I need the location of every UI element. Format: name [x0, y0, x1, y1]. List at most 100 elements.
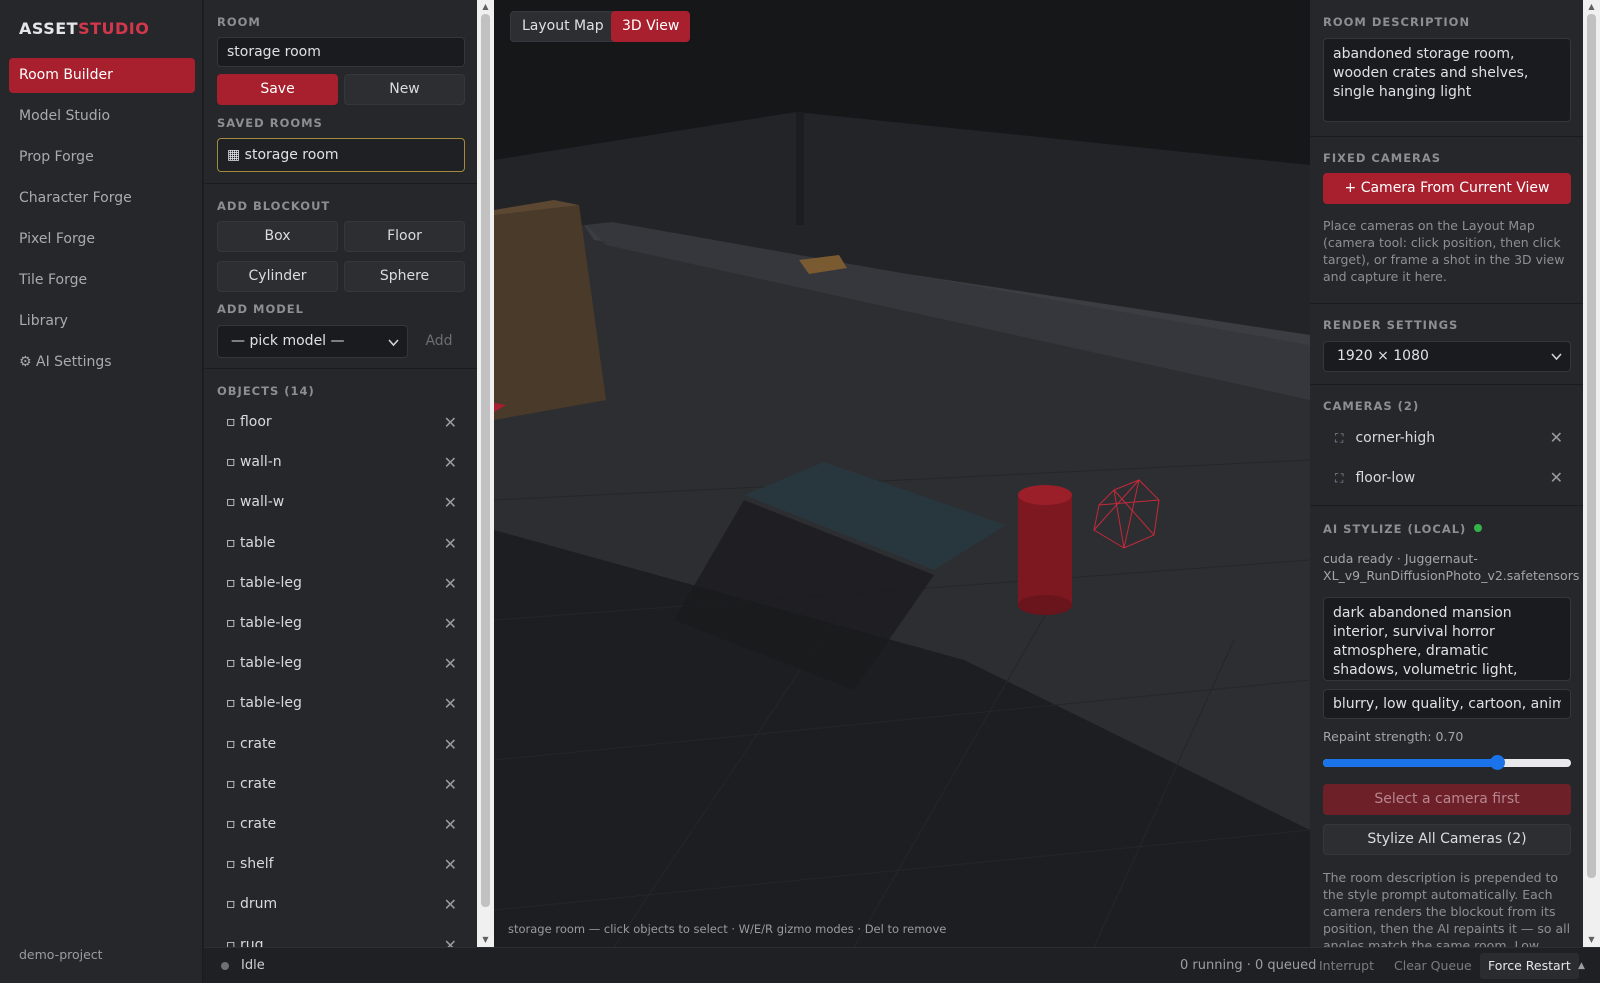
style-prompt-textarea[interactable]: dark abandoned mansion interior, surviva…: [1323, 597, 1571, 681]
remove-object-icon[interactable]: ✕: [444, 567, 457, 600]
save-room-button[interactable]: Save: [217, 74, 338, 105]
add-blockout-label: ADD BLOCKOUT: [217, 199, 331, 213]
room-section-label: ROOM: [217, 15, 261, 29]
expand-caret-icon[interactable]: ▲: [1578, 948, 1585, 983]
object-list-item[interactable]: ▫ table-leg ✕: [217, 687, 465, 720]
remove-object-icon[interactable]: ✕: [444, 527, 457, 560]
remove-object-icon[interactable]: ✕: [444, 768, 457, 801]
remove-object-icon[interactable]: ✕: [444, 607, 457, 640]
remove-object-icon[interactable]: ✕: [444, 486, 457, 519]
model-select[interactable]: — pick model —: [217, 325, 408, 358]
negative-prompt-input[interactable]: [1323, 689, 1571, 719]
object-list-item[interactable]: ▫ wall-w ✕: [217, 486, 465, 519]
object-name: ▫ rug: [226, 936, 264, 947]
add-floor-button[interactable]: Floor: [344, 221, 465, 252]
scroll-up-arrow[interactable]: ▲: [477, 0, 494, 14]
remove-object-icon[interactable]: ✕: [444, 848, 457, 881]
object-list-item[interactable]: ▫ crate ✕: [217, 728, 465, 761]
object-list-item[interactable]: ▫ floor ✕: [217, 406, 465, 439]
stylize-all-button[interactable]: Stylize All Cameras (2): [1323, 824, 1571, 855]
remove-object-icon[interactable]: ✕: [444, 728, 457, 761]
scroll-down-arrow[interactable]: ▼: [477, 933, 494, 947]
object-name: ▫ table: [226, 534, 276, 551]
chevron-down-icon: [388, 326, 399, 371]
room-name-input[interactable]: [217, 37, 465, 67]
add-model-label: ADD MODEL: [217, 302, 304, 316]
object-list-item[interactable]: ▫ wall-n ✕: [217, 446, 465, 479]
object-list-item[interactable]: ▫ crate ✕: [217, 808, 465, 841]
object-list-item[interactable]: ▫ crate ✕: [217, 768, 465, 801]
object-list-item[interactable]: ▫ shelf ✕: [217, 848, 465, 881]
remove-object-icon[interactable]: ✕: [444, 406, 457, 439]
remove-camera-icon[interactable]: ✕: [1550, 461, 1563, 495]
scene-viewport[interactable]: Layout Map 3D View storage room — click …: [494, 0, 1310, 947]
app-logo: ASSETSTUDIO: [19, 19, 149, 38]
camera-item-corner-high[interactable]: ⛶ corner-high ✕: [1323, 421, 1571, 455]
strength-slider-thumb[interactable]: [1489, 755, 1505, 770]
editor-scrollbar-thumb[interactable]: [481, 14, 490, 907]
remove-object-icon[interactable]: ✕: [444, 929, 457, 947]
remove-object-icon[interactable]: ✕: [444, 687, 457, 720]
add-cylinder-button[interactable]: Cylinder: [217, 261, 338, 292]
room-editor-panel: ROOM Save New SAVED ROOMS ▦ storage room…: [204, 0, 477, 947]
clear-queue-button[interactable]: Clear Queue: [1386, 953, 1480, 979]
add-box-button[interactable]: Box: [217, 221, 338, 252]
object-name: ▫ table-leg: [226, 615, 302, 631]
logo-accent: STUDIO: [78, 19, 150, 38]
nav-item-ai-settings[interactable]: ⚙ AI Settings: [9, 345, 195, 380]
objects-label: OBJECTS (14): [217, 384, 315, 398]
status-text: Idle: [241, 958, 265, 973]
tab-layout-map[interactable]: Layout Map: [510, 11, 616, 42]
chevron-down-icon: [1551, 342, 1562, 382]
remove-object-icon[interactable]: ✕: [444, 888, 457, 921]
nav-item-character-forge[interactable]: Character Forge: [9, 181, 195, 216]
object-list-item[interactable]: ▫ table ✕: [217, 527, 465, 560]
add-camera-button[interactable]: + Camera From Current View: [1323, 173, 1571, 204]
stylize-camera-button[interactable]: Select a camera first: [1323, 784, 1571, 815]
status-bar: Idle 0 running · 0 queued Interrupt Clea…: [204, 947, 1600, 983]
remove-object-icon[interactable]: ✕: [444, 647, 457, 680]
add-model-button[interactable]: Add: [413, 326, 465, 357]
strength-slider[interactable]: [1323, 755, 1571, 770]
nav-item-pixel-forge[interactable]: Pixel Forge: [9, 222, 195, 257]
nav-sidebar: ASSETSTUDIO Room Builder Model Studio Pr…: [0, 0, 203, 983]
nav-item-room-builder[interactable]: Room Builder: [9, 58, 195, 93]
new-room-button[interactable]: New: [344, 74, 465, 105]
object-name: ▫ crate: [226, 775, 277, 792]
room-description-label: ROOM DESCRIPTION: [1323, 15, 1471, 29]
object-list-item[interactable]: ▫ rug ✕: [217, 929, 465, 947]
force-restart-button[interactable]: Force Restart: [1480, 953, 1579, 979]
drum[interactable]: [1018, 495, 1072, 605]
object-name: ▫ wall-n: [226, 454, 282, 471]
object-list-item[interactable]: ▫ table-leg ✕: [217, 647, 465, 680]
camera-item-floor-low[interactable]: ⛶ floor-low ✕: [1323, 461, 1571, 495]
object-name: ▫ crate: [226, 816, 277, 832]
remove-camera-icon[interactable]: ✕: [1550, 421, 1563, 455]
object-list-item[interactable]: ▫ drum ✕: [217, 888, 465, 921]
remove-object-icon[interactable]: ✕: [444, 446, 457, 479]
nav-item-prop-forge[interactable]: Prop Forge: [9, 140, 195, 175]
render-settings-label: RENDER SETTINGS: [1323, 318, 1459, 332]
object-name: ▫ table-leg: [226, 655, 302, 672]
nav-item-library[interactable]: Library: [9, 304, 195, 339]
remove-object-icon[interactable]: ✕: [444, 808, 457, 841]
tab-3d-view[interactable]: 3D View: [611, 11, 691, 42]
render-panel: ROOM DESCRIPTION abandoned storage room,…: [1310, 0, 1583, 947]
nav-item-tile-forge[interactable]: Tile Forge: [9, 263, 195, 298]
object-list-item[interactable]: ▫ table-leg ✕: [217, 607, 465, 640]
interrupt-button[interactable]: Interrupt: [1311, 953, 1382, 979]
divider: [204, 183, 477, 184]
saved-room-item[interactable]: ▦ storage room: [217, 138, 465, 172]
room-description-textarea[interactable]: abandoned storage room, wooden crates an…: [1323, 38, 1571, 122]
resolution-select[interactable]: 1920 × 1080: [1323, 341, 1571, 372]
object-list-item[interactable]: ▫ table-leg ✕: [217, 567, 465, 600]
nav-item-model-studio[interactable]: Model Studio: [9, 99, 195, 134]
scroll-up-arrow[interactable]: ▲: [1583, 0, 1600, 14]
strength-slider-fill: [1323, 759, 1497, 767]
render-panel-scrollbar-thumb[interactable]: [1587, 14, 1596, 878]
scroll-down-arrow[interactable]: ▼: [1583, 933, 1600, 947]
app-root: ASSETSTUDIO Room Builder Model Studio Pr…: [0, 0, 1600, 983]
add-sphere-button[interactable]: Sphere: [344, 261, 465, 292]
scene-render[interactable]: [494, 0, 1310, 947]
divider: [204, 368, 477, 369]
